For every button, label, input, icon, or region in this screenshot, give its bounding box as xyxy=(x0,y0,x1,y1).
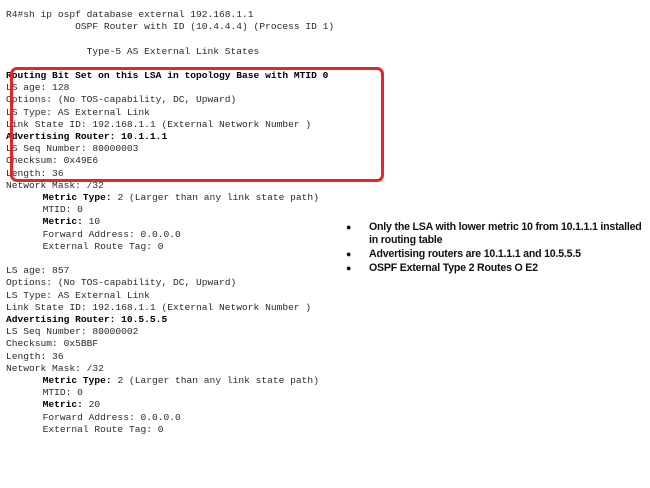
cli-line: Options: (No TOS-capability, DC, Upward) xyxy=(6,277,236,289)
bullet-icon: ● xyxy=(346,249,352,259)
note-text: OSPF External Type 2 Routes O E2 xyxy=(369,262,538,274)
cli-line-text: Options: (No TOS-capability, DC, Upward) xyxy=(6,277,237,289)
note-text: Advertising routers are 10.1.1.1 and 10.… xyxy=(369,248,581,260)
cli-line-text: External Route Tag: 0 xyxy=(42,240,164,252)
cli-line: Forward Address: 0.0.0.0 xyxy=(43,412,181,424)
cli-line: External Route Tag: 0 xyxy=(43,241,164,253)
cli-line: Metric Type: 2 (Larger than any link sta… xyxy=(43,192,319,204)
cli-line: LS age: 857 xyxy=(6,265,69,277)
cli-line: Length: 36 xyxy=(6,351,64,363)
cli-line-text: Link State ID: 192.168.1.1 (External Net… xyxy=(6,301,312,313)
notes-list: ● Only the LSA with lower metric 10 from… xyxy=(346,221,646,275)
cli-line: Forward Address: 0.0.0.0 xyxy=(43,229,181,241)
cli-line-text: Type-5 AS External Link States xyxy=(6,45,260,57)
cli-line-text: 2 (Larger than any link state path) xyxy=(111,192,319,203)
cli-line: MTID: 0 xyxy=(43,204,83,216)
cli-line-text: LS Seq Number: 80000002 xyxy=(6,326,139,338)
cli-line: R4#sh ip ospf database external 192.168.… xyxy=(6,9,254,21)
cli-line-text: Length: 36 xyxy=(6,350,64,362)
cli-field-label: Metric: xyxy=(42,216,83,228)
cli-line-text: Advertising Router: 10.5.5.5 xyxy=(6,314,168,325)
cli-line-text: R4#sh ip ospf database external 192.168.… xyxy=(6,9,254,20)
note-text: Only the LSA with lower metric 10 from 1… xyxy=(369,221,642,246)
cli-line-text: OSPF Router with ID (10.4.4.4) (Process … xyxy=(6,21,335,33)
cli-line: Metric Type: 2 (Larger than any link sta… xyxy=(43,375,319,387)
cli-line-text: Checksum: 0x5BBF xyxy=(6,338,99,350)
cli-line: Network Mask: /32 xyxy=(6,363,104,375)
cli-line-text: Forward Address: 0.0.0.0 xyxy=(42,411,181,423)
note-item: ● OSPF External Type 2 Routes O E2 xyxy=(346,262,646,275)
highlight-box xyxy=(10,67,384,182)
cli-line: Checksum: 0x5BBF xyxy=(6,338,98,350)
note-item: ● Advertising routers are 10.1.1.1 and 1… xyxy=(346,248,646,261)
cli-line: LS Type: AS External Link xyxy=(6,290,150,302)
cli-line-text: 20 xyxy=(82,399,101,411)
cli-line: MTID: 0 xyxy=(43,387,83,399)
cli-line-text: LS age: 857 xyxy=(6,265,70,277)
cli-line-text: MTID: 0 xyxy=(42,204,83,216)
cli-line: Metric: 20 xyxy=(43,399,101,411)
bullet-icon: ● xyxy=(346,263,352,273)
cli-line-text: External Route Tag: 0 xyxy=(42,423,164,435)
cli-line: Link State ID: 192.168.1.1 (External Net… xyxy=(6,302,311,314)
cli-line: LS Seq Number: 80000002 xyxy=(6,326,138,338)
cli-line-text: Forward Address: 0.0.0.0 xyxy=(42,228,181,240)
note-item: ● Only the LSA with lower metric 10 from… xyxy=(346,221,646,247)
cli-line: OSPF Router with ID (10.4.4.4) (Process … xyxy=(6,21,334,33)
cli-line: External Route Tag: 0 xyxy=(43,424,164,436)
cli-line: Metric: 10 xyxy=(43,216,101,228)
cli-line-text: MTID: 0 xyxy=(42,387,83,399)
cli-field-label: Metric Type: xyxy=(42,192,112,203)
cli-field-label: Metric Type: xyxy=(42,375,112,386)
cli-field-label: Metric: xyxy=(42,399,83,411)
cli-line-text: LS Type: AS External Link xyxy=(6,289,150,301)
cli-line-text: 10 xyxy=(82,216,101,228)
cli-line-text: Network Mask: /32 xyxy=(6,362,104,374)
cli-line: Type-5 AS External Link States xyxy=(6,45,260,58)
bullet-icon: ● xyxy=(346,222,352,232)
cli-line-text: 2 (Larger than any link state path) xyxy=(111,375,319,386)
cli-line: Advertising Router: 10.5.5.5 xyxy=(6,314,167,326)
